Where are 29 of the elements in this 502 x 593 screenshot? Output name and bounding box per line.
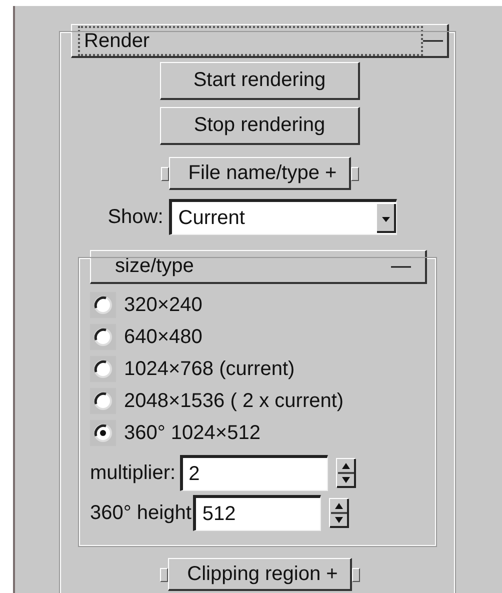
radio-label: 1024×768 (current) (124, 358, 295, 380)
start-button[interactable]: Start rendering (160, 62, 360, 100)
show-label: Show: (108, 206, 164, 228)
radio-button[interactable] (93, 423, 113, 443)
rollout-header[interactable]: Render — (71, 24, 449, 58)
input-field[interactable]: 512 (193, 495, 322, 531)
rollout-end-icon (160, 568, 168, 582)
field-label: 360° height (90, 502, 192, 524)
radio-button[interactable] (93, 391, 113, 411)
radio-button[interactable] (93, 327, 113, 347)
dropdown-arrow-icon[interactable] (376, 203, 396, 233)
radio-label: 320×240 (124, 294, 202, 316)
radio-button[interactable] (93, 295, 113, 315)
input-field[interactable]: 2 (180, 455, 328, 491)
rollout-end-icon (161, 166, 170, 180)
rollout-end-icon (350, 166, 359, 180)
radio-label: 640×480 (124, 326, 202, 348)
spinner-icon[interactable] (336, 458, 356, 488)
rollout-header[interactable]: size/type — (90, 250, 427, 284)
radio-button[interactable] (93, 359, 113, 379)
field-label: multiplier: (90, 462, 176, 484)
spinner-icon[interactable] (329, 498, 350, 528)
stop-button[interactable]: Stop rendering (160, 107, 360, 145)
rollout-button[interactable]: Clipping region + (168, 558, 352, 591)
radio-label: 2048×1536 ( 2 x current) (124, 390, 344, 412)
rollout-end-icon (352, 568, 360, 582)
rollout-button[interactable]: File name/type + (169, 157, 351, 190)
show-dropdown[interactable]: Current (169, 199, 398, 235)
radio-label: 360° 1024×512 (124, 422, 260, 444)
